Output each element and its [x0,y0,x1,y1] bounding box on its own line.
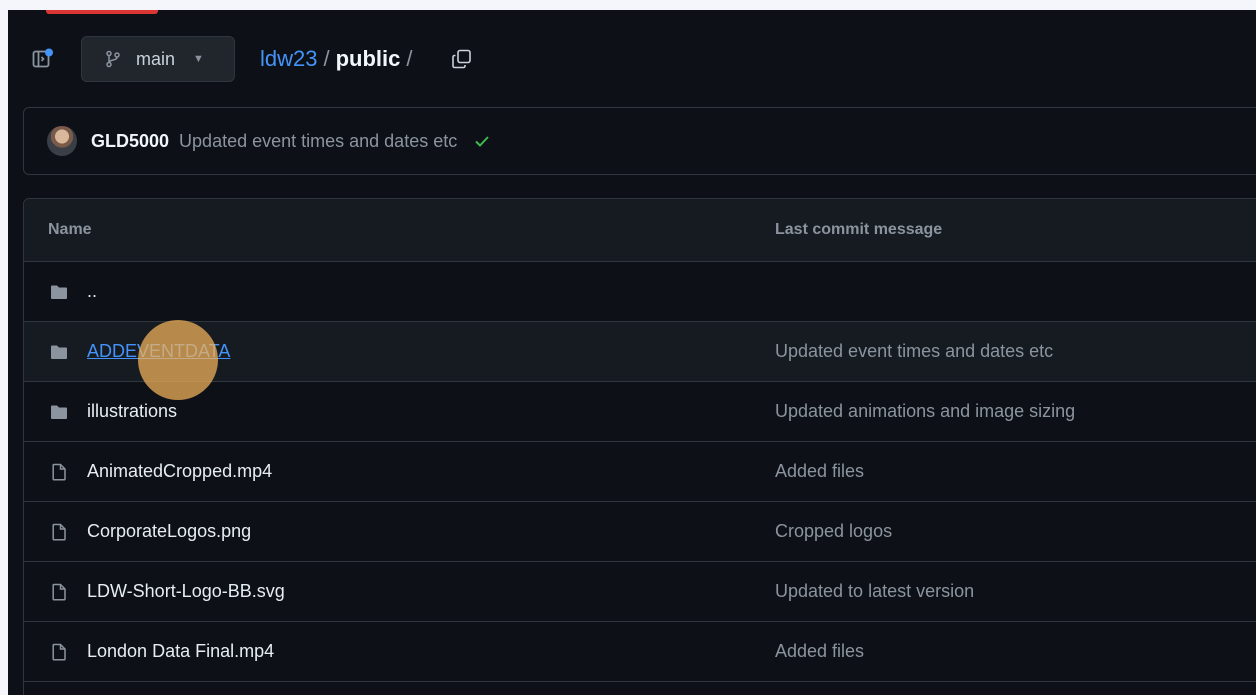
avatar[interactable] [47,126,77,156]
commit-message-link[interactable]: Updated event times and dates etc [775,341,1053,362]
table-row[interactable]: illustrations Updated animations and imag… [24,382,1256,442]
file-name-link[interactable]: .. [87,281,97,302]
table-row[interactable]: London Data Final.mp4 Added files [24,622,1256,682]
file-name-link[interactable]: LDW-Short-Logo-BB.svg [87,581,285,602]
column-header-name: Name [48,221,92,238]
commit-message-link[interactable]: Cropped logos [775,521,892,542]
commit-message-link[interactable]: Updated animations and image sizing [775,401,1075,422]
file-icon [50,463,68,481]
column-header-commit-message: Last commit message [775,221,943,238]
branch-name: main [136,48,176,69]
commit-message-link[interactable]: Added files [775,461,864,482]
folder-icon [50,403,68,421]
file-table: Name Last commit message .. ADDEVENTDATA U… [23,198,1256,695]
file-name-link[interactable]: AnimatedCropped.mp4 [87,461,272,482]
git-branch-icon [106,50,120,68]
breadcrumb: ldw23 / public / [260,34,419,84]
commit-message-link[interactable]: Updated to latest version [775,581,974,602]
active-tab-indicator [46,10,158,14]
copy-path-button[interactable] [448,46,476,72]
copy-icon [452,49,471,69]
file-navigation-toolbar: main ▼ ldw23 / public / [8,34,1256,84]
sidebar-expand-icon[interactable] [32,48,54,70]
file-name-link[interactable]: illustrations [87,401,177,422]
table-row[interactable]: CorporateLogos.png Cropped logos [24,502,1256,562]
file-name-link[interactable]: CorporateLogos.png [87,521,251,542]
commit-message-link[interactable]: Updated event times and dates etc [179,131,457,152]
check-icon[interactable] [473,132,491,150]
commit-author-link[interactable]: GLD5000 [91,131,169,152]
commit-message-link[interactable]: Added files [775,641,864,662]
breadcrumb-owner-link[interactable]: ldw23 [260,46,317,72]
latest-commit-bar: GLD5000 Updated event times and dates et… [23,107,1256,175]
file-name-link[interactable]: London Data Final.mp4 [87,641,274,662]
file-name-link[interactable]: ADDEVENTDATA [87,341,230,362]
table-row[interactable]: ADDEVENTDATA Updated event times and date… [24,322,1256,382]
table-row[interactable]: AnimatedCropped.mp4 Added files [24,442,1256,502]
file-icon [50,583,68,601]
table-row[interactable]: .. [24,262,1256,322]
file-icon [50,523,68,541]
branch-select-button[interactable]: main ▼ [81,36,235,82]
breadcrumb-trailing-separator: / [406,46,413,71]
breadcrumb-separator: / [323,46,330,71]
table-header: Name Last commit message [24,199,1256,262]
repo-browser: main ▼ ldw23 / public / GLD5000 Updated … [8,10,1256,695]
caret-down-icon: ▼ [193,53,204,65]
breadcrumb-current-folder: public [335,46,401,71]
table-body: .. ADDEVENTDATA Updated event times and da… [24,262,1256,682]
folder-icon [50,283,68,301]
folder-icon [50,343,68,361]
file-icon [50,643,68,661]
table-row[interactable]: LDW-Short-Logo-BB.svg Updated to latest v… [24,562,1256,622]
